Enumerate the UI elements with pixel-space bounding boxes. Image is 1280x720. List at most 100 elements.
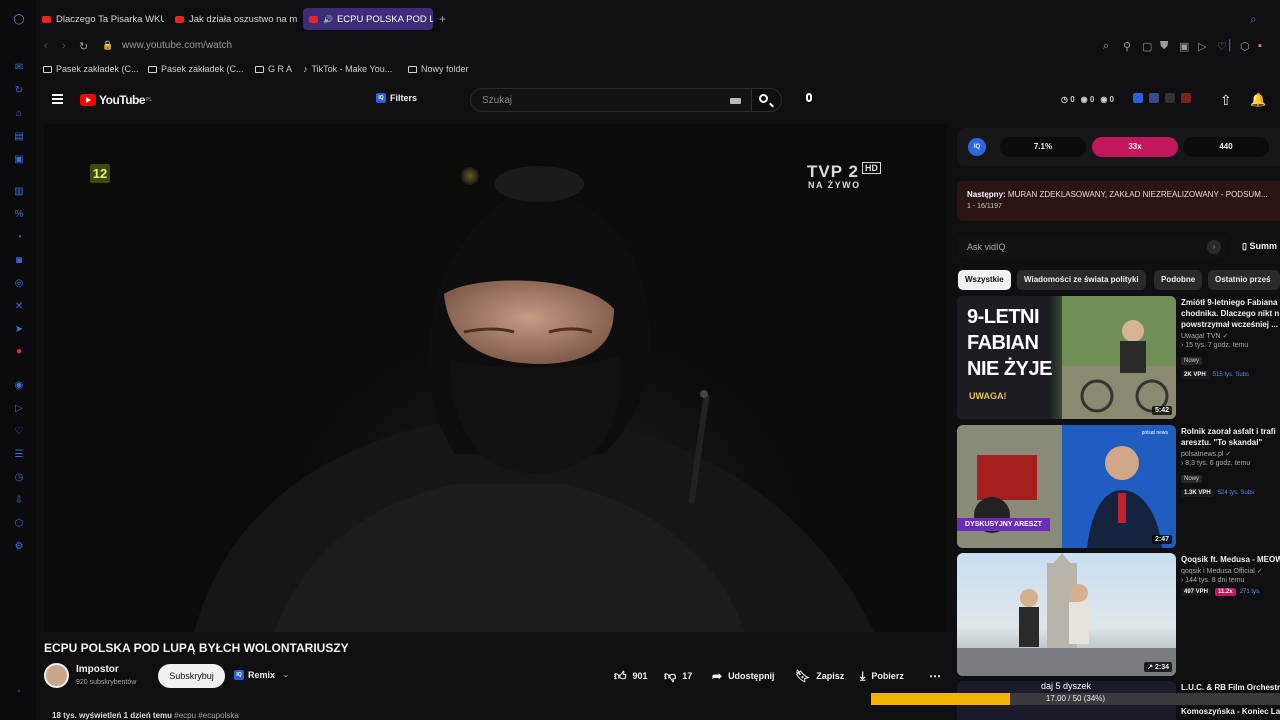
reload-icon[interactable]: ↻ bbox=[79, 40, 88, 53]
folder-icon bbox=[255, 66, 264, 73]
snapshot-icon[interactable]: ▢ bbox=[1142, 40, 1152, 53]
like-button[interactable]: 👍︎ 901 bbox=[614, 664, 648, 688]
list-icon[interactable]: ☰ bbox=[13, 449, 25, 461]
youtube-logo[interactable]: YouTube PL bbox=[80, 93, 152, 107]
related-thumbnail[interactable]: DYSKUSYJNY ARESZT polsat news 2:47 bbox=[957, 425, 1176, 548]
related-thumbnail[interactable]: 9-LETNI FABIAN NIE ŻYJE UWAGA! 5:42 bbox=[957, 296, 1176, 419]
score-pill[interactable]: 440 bbox=[1183, 137, 1269, 157]
heart-icon[interactable]: ♡ bbox=[1217, 40, 1227, 53]
new-tab-icon[interactable]: + bbox=[439, 12, 446, 26]
youtube-favicon-icon bbox=[42, 15, 51, 23]
related-thumbnail[interactable]: ↗ 2:34 bbox=[957, 553, 1176, 676]
youtube-side-icon[interactable]: ● bbox=[13, 346, 25, 358]
related-meta: › 15 tys. 7 godz. temu bbox=[1181, 342, 1249, 349]
related-info[interactable]: Qoqsik ft. Medusa - MEOW qoqsik i Medusa… bbox=[1181, 554, 1280, 596]
back-icon[interactable]: ‹ bbox=[44, 40, 48, 52]
zoom-icon[interactable]: ⌕ bbox=[1103, 40, 1109, 53]
vidiq-ext-icon[interactable] bbox=[1133, 93, 1143, 103]
menu-icon[interactable] bbox=[52, 94, 63, 104]
search-input[interactable]: Szukaj bbox=[470, 88, 752, 112]
chart-ext-icon[interactable] bbox=[1149, 93, 1159, 103]
search-placeholder: Szukaj bbox=[482, 95, 513, 106]
telegram-icon[interactable]: ➤ bbox=[13, 324, 25, 336]
chip-similar[interactable]: Podobne bbox=[1154, 270, 1203, 290]
chevron-right-icon[interactable]: › bbox=[1207, 240, 1221, 254]
twitch-icon[interactable]: ▥ bbox=[13, 186, 25, 198]
voice-search-button[interactable] bbox=[798, 88, 820, 110]
folder-icon bbox=[148, 66, 157, 73]
related-info[interactable]: Rolnik zaorał asfalt i trafi aresztu. "T… bbox=[1181, 426, 1280, 497]
camera-icon[interactable]: ▣ bbox=[1179, 40, 1189, 53]
discord-icon[interactable]: ◙ bbox=[13, 255, 25, 267]
save-button[interactable]: 🔖︎ Zapisz bbox=[795, 664, 844, 688]
opera-logo-icon[interactable]: ◯ bbox=[13, 14, 25, 26]
thumbnail-caption: 9-LETNI FABIAN NIE ŻYJE bbox=[967, 306, 1052, 380]
music-icon[interactable]: ◉ bbox=[13, 380, 25, 392]
play-icon[interactable]: ▷ bbox=[1198, 40, 1206, 53]
bookmark-folder[interactable]: Pasek zakładek (C... bbox=[148, 64, 244, 74]
chip-recent[interactable]: Ostatnio prześ bbox=[1208, 270, 1280, 290]
messenger-icon[interactable]: ▣ bbox=[13, 154, 25, 166]
tab-3-active[interactable]: 🔊 ECPU POLSKA POD LU bbox=[303, 8, 433, 30]
remix-button[interactable]: IQ Remix ⌄ bbox=[234, 670, 289, 680]
summary-button[interactable]: ▯ Summ bbox=[1242, 241, 1277, 252]
refresh-icon[interactable]: ↻ bbox=[13, 85, 25, 97]
search-button[interactable] bbox=[752, 88, 782, 112]
x-icon[interactable]: ✕ bbox=[13, 301, 25, 313]
more-icon[interactable]: ◦ bbox=[13, 686, 25, 698]
more-actions-button[interactable]: ⋯ bbox=[929, 664, 947, 688]
gear-ext-icon[interactable] bbox=[1165, 93, 1175, 103]
thumbs-up-icon: 👍︎ bbox=[614, 668, 627, 683]
chip-all[interactable]: Wszystkie bbox=[958, 270, 1011, 290]
related-title: Zmiótł 9-letniego Fabiana bbox=[1181, 298, 1278, 307]
dislike-button[interactable]: 👎︎ 17 bbox=[664, 664, 692, 688]
description-box[interactable]: 18 tys. wyświetleń 1 dzień temu #ecpu #e… bbox=[52, 711, 239, 720]
percent-icon[interactable]: % bbox=[13, 209, 25, 221]
duration-badge: ↗ 2:34 bbox=[1144, 662, 1172, 672]
related-info[interactable]: Zmiótł 9-letniego Fabiana chodnika. Dlac… bbox=[1181, 297, 1280, 379]
url-field[interactable]: www.youtube.com/watch bbox=[122, 40, 232, 51]
next-up-panel[interactable]: Następny: MURAN ZDEKLASOWANY, ZAKŁAD NIE… bbox=[957, 181, 1280, 221]
filters-button[interactable]: IQ Filters bbox=[376, 93, 417, 103]
bookmark-folder[interactable]: G R A bbox=[255, 64, 292, 74]
engagement-pill[interactable]: 7.1% bbox=[1000, 137, 1086, 157]
download-side-icon[interactable]: ⇩ bbox=[13, 495, 25, 507]
video-player[interactable]: 12 TVP 2 HD NA ŻYWO bbox=[44, 124, 947, 632]
chip-politics[interactable]: Wiadomości ze świata polityki bbox=[1017, 270, 1146, 290]
clock-icon[interactable]: ◷ bbox=[13, 472, 25, 484]
vidiq-logo-icon[interactable]: IQ bbox=[968, 138, 986, 156]
mail-icon[interactable]: ✉ bbox=[13, 62, 25, 74]
settings-icon[interactable]: ⚙ bbox=[13, 541, 25, 553]
ask-vidiq-input[interactable]: Ask vidIQ › bbox=[957, 235, 1227, 259]
instagram-icon[interactable]: ◎ bbox=[13, 278, 25, 290]
extensions-icon[interactable]: ⬡ bbox=[1240, 40, 1250, 53]
bookmark-folder[interactable]: Pasek zakładek (C... bbox=[43, 64, 139, 74]
profile-icon[interactable]: ▪ bbox=[1258, 40, 1262, 52]
notifications-icon[interactable]: 🔔 bbox=[1250, 92, 1266, 108]
alert-ext-icon[interactable] bbox=[1181, 93, 1191, 103]
heart-icon[interactable]: ♡ bbox=[13, 426, 25, 438]
hashtags[interactable]: #ecpu #ecupolska bbox=[174, 711, 239, 720]
keyboard-icon[interactable] bbox=[730, 98, 741, 104]
shield-icon[interactable]: ⛊ bbox=[1160, 40, 1168, 53]
cube-icon[interactable]: ⬡ bbox=[13, 518, 25, 530]
pin-icon[interactable]: ⚲ bbox=[1123, 40, 1131, 53]
subscribe-button[interactable]: Subskrybuj bbox=[158, 664, 225, 688]
notes-icon[interactable]: ▤ bbox=[13, 131, 25, 143]
forward-icon[interactable]: › bbox=[62, 40, 66, 52]
bookmark-tiktok[interactable]: ♪ TikTok - Make You... bbox=[303, 64, 392, 74]
share-button[interactable]: ➦ Udostępnij bbox=[712, 664, 775, 688]
bag-icon[interactable]: ⌂ bbox=[13, 108, 25, 120]
tab-1[interactable]: Dlaczego Ta Pisarka WKUR bbox=[36, 8, 164, 30]
chat-icon[interactable]: ◔ bbox=[13, 232, 25, 244]
tab-search-icon[interactable]: ⌕ bbox=[1250, 12, 1257, 27]
upload-icon[interactable]: ⇧ bbox=[1220, 92, 1232, 109]
bookmark-folder[interactable]: Nowy folder bbox=[408, 64, 469, 74]
multiplier-pill[interactable]: 33x bbox=[1092, 137, 1178, 157]
share-label: Udostępnij bbox=[728, 671, 775, 681]
channel-name[interactable]: Impostor bbox=[76, 664, 119, 675]
tab-2[interactable]: Jak działa oszustwo na m bbox=[169, 8, 297, 30]
download-button[interactable]: ⤓ Pobierz bbox=[860, 664, 904, 688]
channel-avatar[interactable] bbox=[44, 663, 69, 688]
player-icon[interactable]: ▷ bbox=[13, 403, 25, 415]
